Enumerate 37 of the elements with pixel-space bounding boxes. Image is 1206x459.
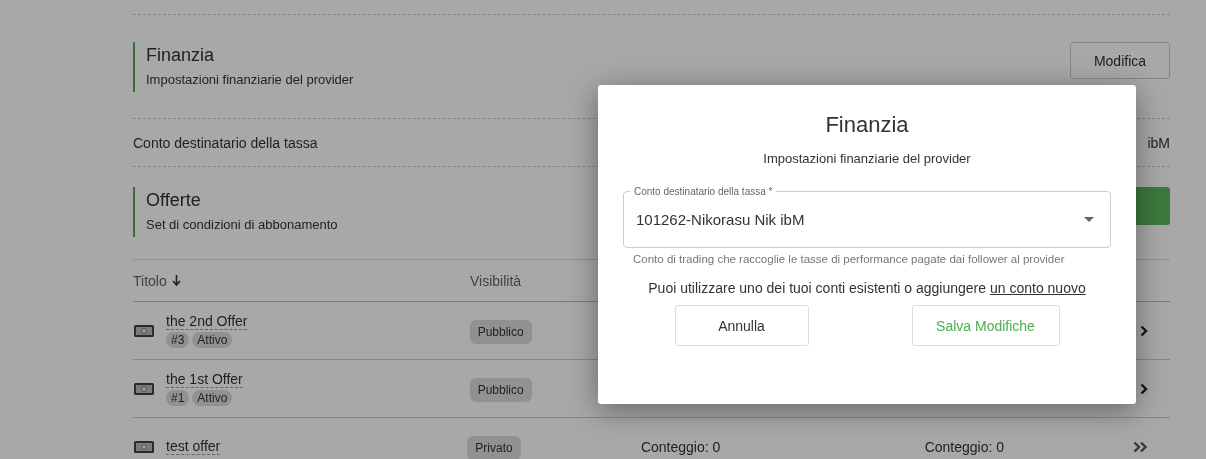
banknote-icon — [133, 439, 155, 454]
column-header[interactable]: Titolo — [133, 272, 470, 289]
dropdown-caret-icon — [1084, 216, 1094, 222]
banknote-icon — [133, 323, 155, 338]
section-title: Offerte — [146, 189, 202, 212]
field-label: Conto destinatario della tassa * — [633, 186, 774, 197]
offer-title[interactable]: the 2nd Offer — [166, 313, 248, 330]
tag: #3 — [166, 332, 190, 348]
banknote-icon — [133, 381, 155, 396]
chevron-right-icon[interactable] — [1140, 324, 1148, 337]
section-subtitle: Set di condizioni di abbonamento — [146, 216, 338, 234]
tag: Attivo — [192, 332, 233, 348]
tag: Attivo — [192, 390, 233, 406]
section-title: Finanzia — [146, 44, 216, 67]
account-select[interactable]: Conto destinatario della tassa * 101262-Nikorasu Nik ibM — [623, 186, 1111, 248]
offer-title[interactable]: the 1st Offer — [166, 371, 243, 388]
chevron-right-icon[interactable] — [1140, 382, 1148, 395]
visibility-badge: Pubblico — [469, 319, 532, 344]
field-value: ibM — [1147, 134, 1170, 151]
cancel-button[interactable]: Annulla — [674, 305, 809, 346]
double-chevron-icon[interactable] — [1133, 440, 1148, 453]
section-subtitle: Impostazioni finanziarie del provider — [146, 71, 354, 89]
count-text: Conteggio: 0 — [924, 438, 1005, 455]
edit-button[interactable]: Modifica — [1070, 42, 1170, 79]
count-text: Conteggio: 0 — [640, 438, 721, 455]
tag: #1 — [166, 390, 190, 406]
field-label: Conto destinatario della tassa — [133, 134, 318, 151]
sort-down-icon — [171, 275, 181, 286]
helper-text: Conto di trading che raccoglie le tasse di performance pagate dai follower al provider — [632, 252, 1066, 265]
visibility-badge: Pubblico — [469, 377, 532, 402]
visibility-badge: Privato — [467, 435, 521, 459]
dialog-subtitle: Impostazioni finanziarie del provider — [763, 151, 971, 166]
dialog-note: Puoi utilizzare uno dei tuoi conti esistenti o aggiungere un conto nuovo — [648, 280, 1086, 296]
selected-value: 101262-Nikorasu Nik ibM — [636, 210, 805, 228]
dialog-title: Finanzia — [825, 111, 909, 139]
offer-title[interactable]: test offer — [166, 438, 221, 455]
new-account-link[interactable]: un conto nuovo — [989, 280, 1086, 296]
